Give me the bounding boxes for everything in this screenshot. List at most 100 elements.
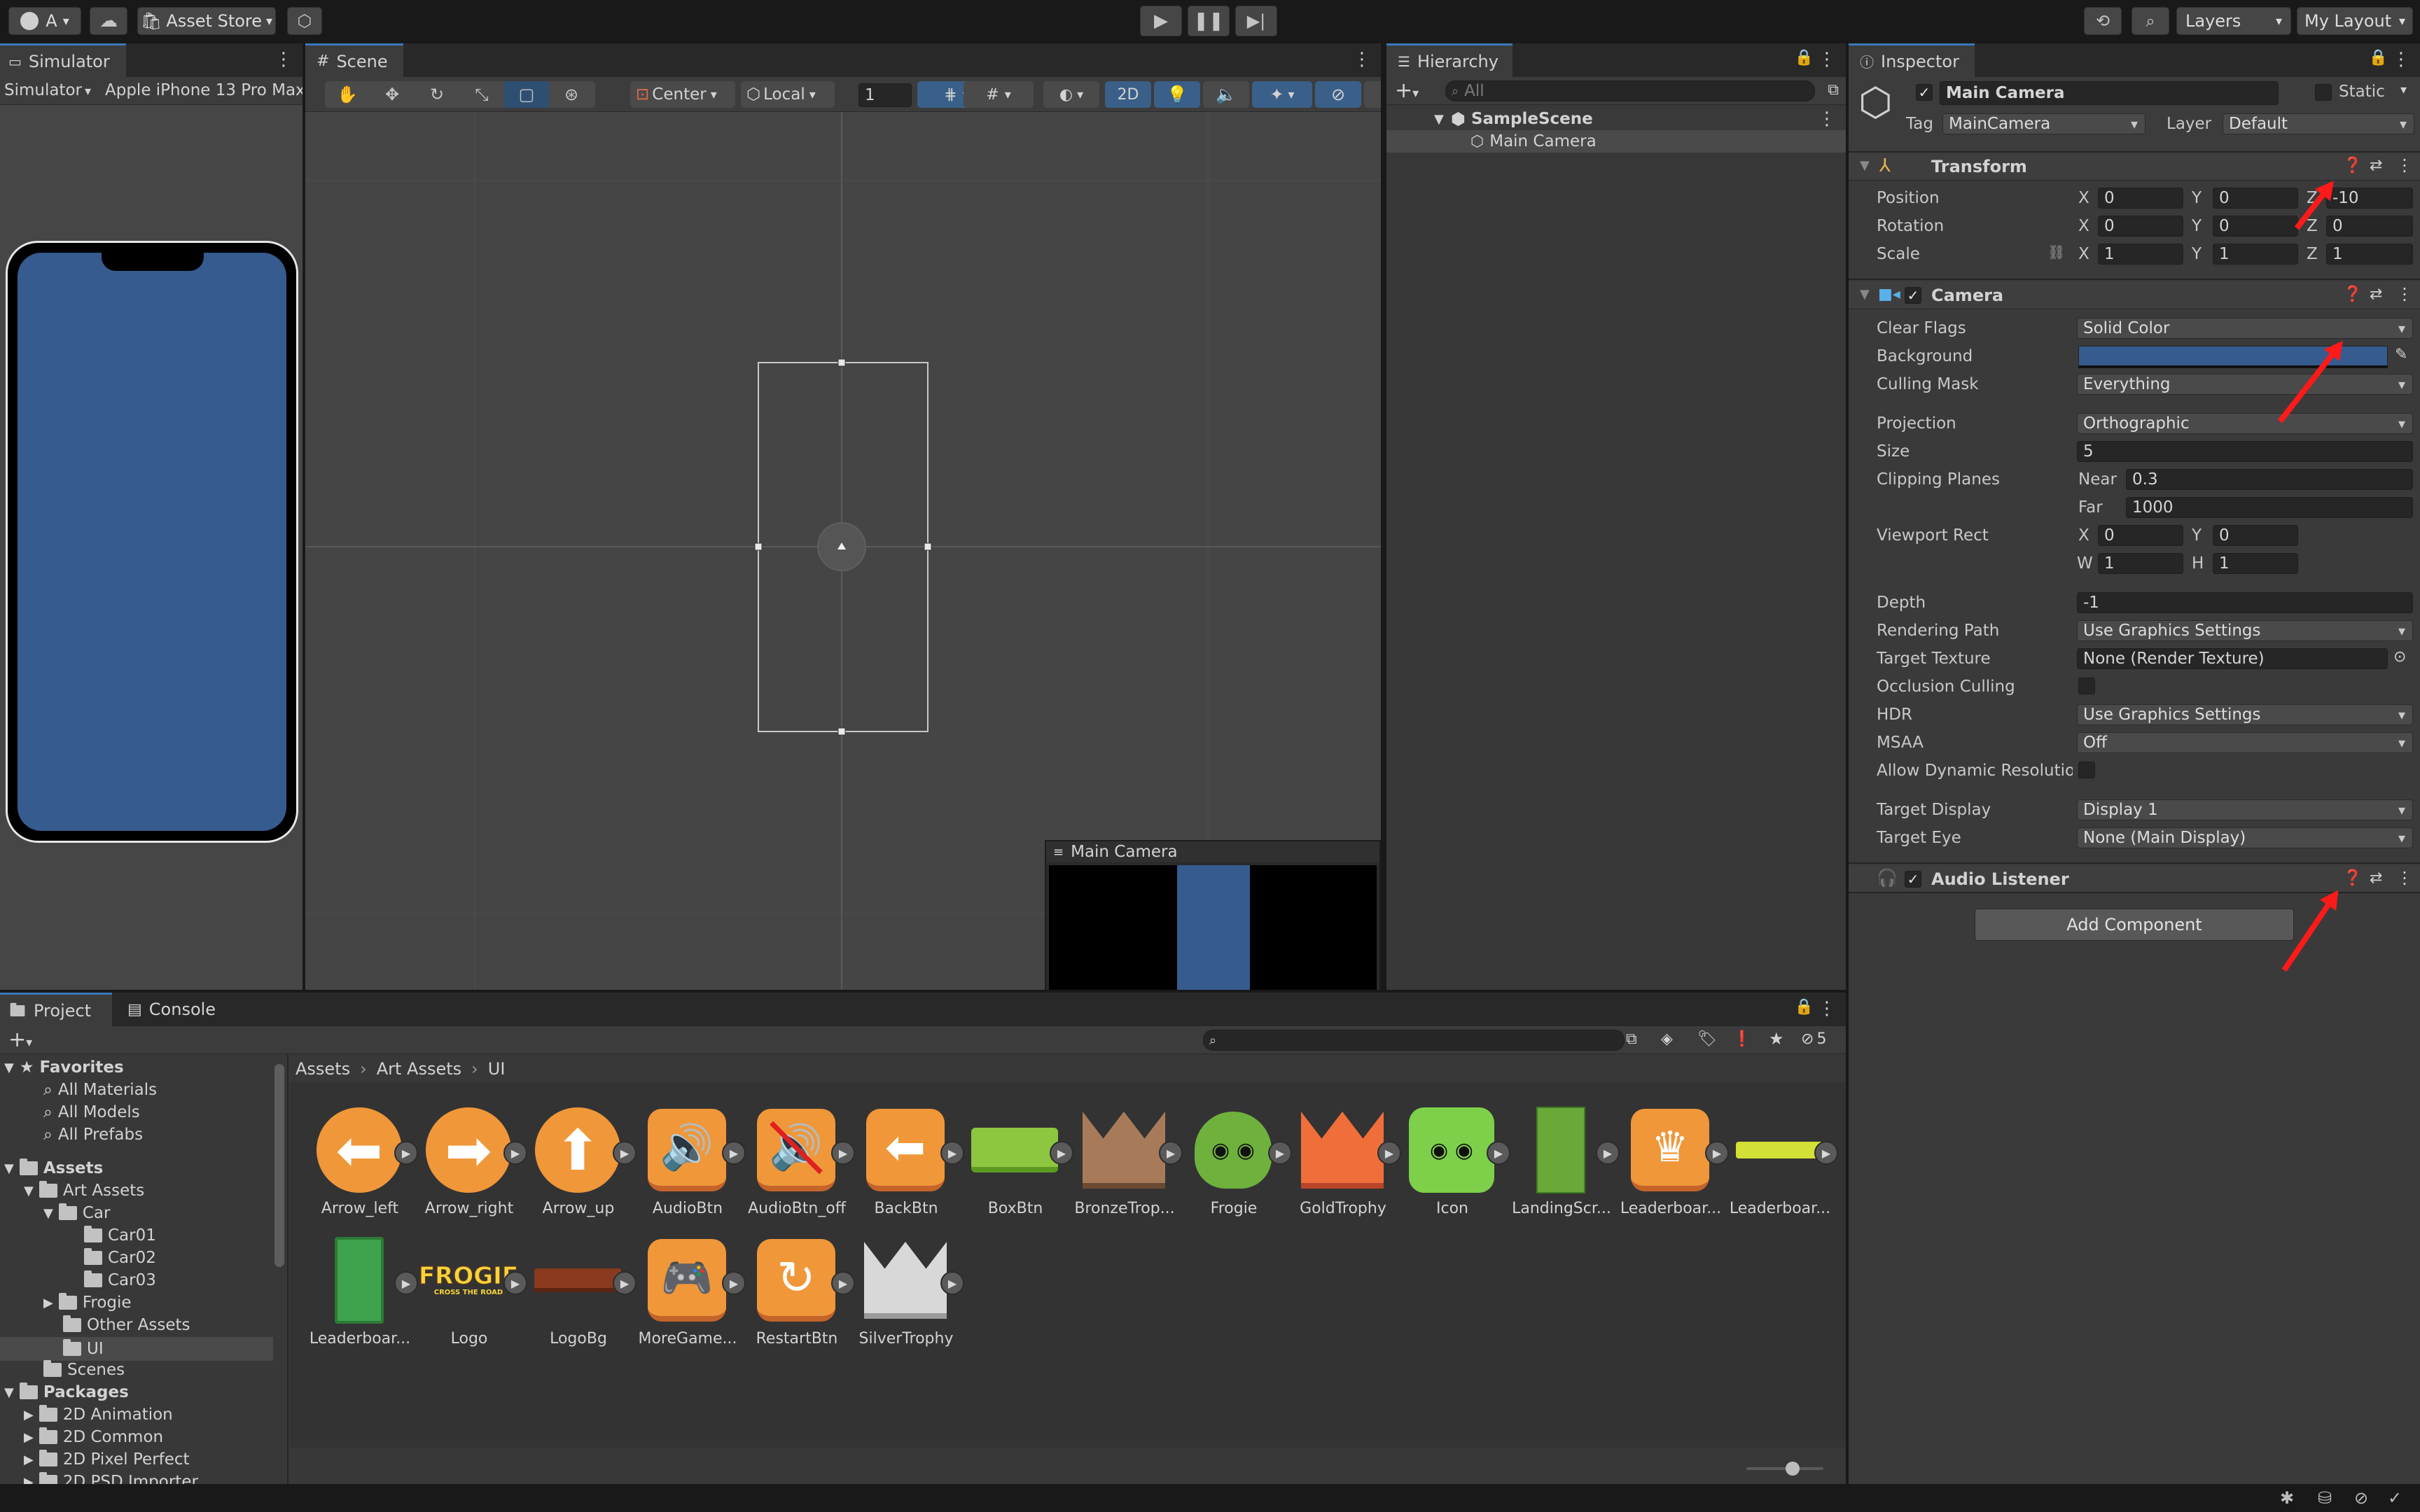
foldout-arrow-icon[interactable]: ▼ [1860, 287, 1870, 302]
status-ok-icon[interactable]: ✓ [2388, 1488, 2402, 1508]
asset-tile[interactable]: ▶ GoldTrophy [1297, 1105, 1402, 1238]
scale-z-field[interactable]: 1 [2326, 244, 2413, 265]
search-options-icon[interactable]: ⧉ [1626, 1030, 1637, 1048]
help-icon[interactable]: ❓ [2343, 157, 2362, 174]
package-item[interactable]: ▶ 2D Pixel Perfect [24, 1450, 190, 1469]
thumbnail-size-slider[interactable] [1746, 1460, 1823, 1477]
asset-tile[interactable]: ◉ ◉ ▶ Icon [1406, 1105, 1511, 1238]
scale-x-field[interactable]: 1 [2098, 244, 2183, 265]
drag-handle-icon[interactable]: ≡ [1053, 845, 1064, 860]
filter-type-icon[interactable]: ◈ [1661, 1030, 1673, 1048]
hand-tool-icon[interactable]: ✋ [325, 81, 370, 108]
sprite-expand-icon[interactable]: ▶ [1705, 1141, 1729, 1165]
msaa-dropdown[interactable]: Off [2077, 732, 2413, 753]
packages-folder[interactable]: ▼ Packages [4, 1382, 129, 1401]
sprite-expand-icon[interactable]: ▶ [1596, 1141, 1620, 1165]
more-icon[interactable]: ⋮ [2396, 155, 2413, 175]
simulator-mode-dropdown[interactable]: Simulator ▾ [4, 81, 91, 99]
breadcrumb-item[interactable]: Art Assets [377, 1059, 461, 1079]
sprite-expand-icon[interactable]: ▶ [613, 1271, 637, 1295]
sprite-expand-icon[interactable]: ▶ [503, 1141, 527, 1165]
package-item[interactable]: ▶ 2D Common [24, 1427, 163, 1446]
asset-tile[interactable]: FROGIE CROSS THE ROAD ▶ Logo [418, 1235, 528, 1368]
depth-field[interactable]: -1 [2077, 592, 2413, 613]
warning-icon[interactable]: ❗ [1732, 1030, 1751, 1048]
sprite-expand-icon[interactable]: ▶ [831, 1271, 855, 1295]
near-field[interactable]: 0.3 [2126, 469, 2413, 490]
expand-arrow-icon[interactable]: ▼ [4, 1060, 14, 1075]
culling-mask-dropdown[interactable]: Everything [2077, 374, 2413, 395]
scene-viewport[interactable]: ≡ Main Camera [305, 112, 1381, 990]
draw-mode-dropdown[interactable]: ◐ ▾ [1043, 81, 1099, 108]
more-icon[interactable]: ⋮ [1818, 49, 1836, 70]
car-folder[interactable]: ▼ Car [43, 1203, 110, 1222]
object-name-field[interactable]: Main Camera [1940, 81, 2279, 105]
history-button[interactable]: ⟲ [2084, 7, 2122, 35]
more-icon[interactable]: ⋮ [2392, 49, 2410, 70]
help-icon[interactable]: ❓ [2343, 869, 2362, 887]
sprite-expand-icon[interactable]: ▶ [1377, 1141, 1401, 1165]
presets-icon[interactable]: ⇄ [2370, 869, 2382, 887]
chevron-down-icon[interactable]: ▾ [2400, 83, 2407, 97]
breadcrumb-item[interactable]: Assets [295, 1059, 350, 1079]
expand-arrow-icon[interactable]: ▼ [43, 1206, 53, 1221]
occlusion-culling-checkbox[interactable] [2078, 678, 2095, 694]
search-button[interactable]: ⌕ [2132, 7, 2169, 35]
sprite-expand-icon[interactable]: ▶ [394, 1141, 418, 1165]
static-checkbox[interactable] [2315, 84, 2332, 101]
asset-tile[interactable]: ▶ LandingScr... [1512, 1105, 1620, 1238]
audio-listener-checkbox[interactable]: ✓ [1905, 871, 1921, 888]
position-x-field[interactable]: 0 [2098, 188, 2183, 209]
filter-icon[interactable]: ⧉ [1828, 81, 1839, 99]
tab-inspector[interactable]: ⓘ Inspector [1849, 43, 1975, 77]
sprite-expand-icon[interactable]: ▶ [503, 1271, 527, 1295]
tab-project[interactable]: Project [0, 993, 112, 1026]
asset-store-button[interactable]: 🛍 Asset Store ▾ [137, 7, 276, 35]
position-z-field[interactable]: -10 [2326, 188, 2413, 209]
asset-tile[interactable]: ⬆ ▶ Arrow_up [532, 1105, 637, 1238]
projection-dropdown[interactable]: Orthographic [2077, 413, 2413, 434]
device-screen[interactable] [18, 253, 286, 831]
other-assets-folder[interactable]: Other Assets [63, 1315, 190, 1334]
scale-y-field[interactable]: 1 [2213, 244, 2298, 265]
expand-arrow-icon[interactable]: ▼ [24, 1184, 34, 1198]
more-icon[interactable]: ⋮ [1818, 108, 1836, 130]
constrain-proportions-icon[interactable]: ⛓ [2047, 244, 2065, 260]
transform-tool-icon[interactable]: ⊛ [549, 81, 594, 108]
target-texture-field[interactable]: None (Render Texture) [2077, 648, 2388, 669]
audio-toggle[interactable]: 🔈 [1203, 81, 1249, 108]
asset-tile[interactable]: ↻ ▶ RestartBtn [751, 1235, 856, 1368]
viewport-w-field[interactable]: 1 [2098, 553, 2183, 574]
layout-dropdown[interactable]: My Layout ▾ [2297, 7, 2413, 35]
favorite-icon[interactable]: ★ [1769, 1029, 1784, 1049]
more-icon[interactable]: ⋮ [274, 49, 293, 70]
target-display-dropdown[interactable]: Display 1 [2077, 799, 2413, 820]
art-assets-folder[interactable]: ▼ Art Assets [24, 1181, 144, 1200]
camera-toggle[interactable] [1364, 81, 1381, 108]
project-search[interactable]: ⌕ [1203, 1030, 1625, 1051]
asset-tile[interactable]: ➡ ▶ Arrow_right [423, 1105, 528, 1238]
viewport-h-field[interactable]: 1 [2213, 553, 2298, 574]
tab-scene[interactable]: # Scene [305, 43, 403, 77]
create-button[interactable]: +▾ [1395, 78, 1419, 103]
lighting-toggle[interactable]: 💡 [1154, 81, 1200, 108]
move-tool-icon[interactable]: ✥ [370, 81, 415, 108]
size-field[interactable]: 5 [2077, 441, 2413, 462]
asset-tile[interactable]: ⬅ ▶ BackBtn [860, 1105, 965, 1238]
filter-label-icon[interactable]: 🏷 [1697, 1030, 1717, 1048]
more-icon[interactable]: ⋮ [2396, 868, 2413, 888]
sprite-expand-icon[interactable]: ▶ [722, 1141, 746, 1165]
play-button[interactable]: ▶ [1140, 6, 1182, 36]
package-button[interactable]: ⬡ [287, 7, 322, 35]
foldout-arrow-icon[interactable]: ▼ [1860, 158, 1870, 173]
sprite-expand-icon[interactable]: ▶ [613, 1141, 637, 1165]
cache-server-icon[interactable]: ⛁ [2318, 1488, 2332, 1508]
rotation-z-field[interactable]: 0 [2326, 216, 2413, 237]
car-subfolder[interactable]: Car03 [84, 1270, 156, 1289]
active-checkbox[interactable]: ✓ [1916, 84, 1933, 101]
asset-tile[interactable]: 🔊 ▶ AudioBtn [641, 1105, 746, 1238]
tag-dropdown[interactable]: MainCamera [1942, 113, 2146, 134]
asset-tile[interactable]: 🎮 ▶ MoreGame... [638, 1235, 746, 1368]
camera-header[interactable]: ▼ ■◂ ✓ Camera ❓ ⇄ ⋮ [1849, 281, 2420, 309]
viewport-y-field[interactable]: 0 [2213, 525, 2298, 546]
